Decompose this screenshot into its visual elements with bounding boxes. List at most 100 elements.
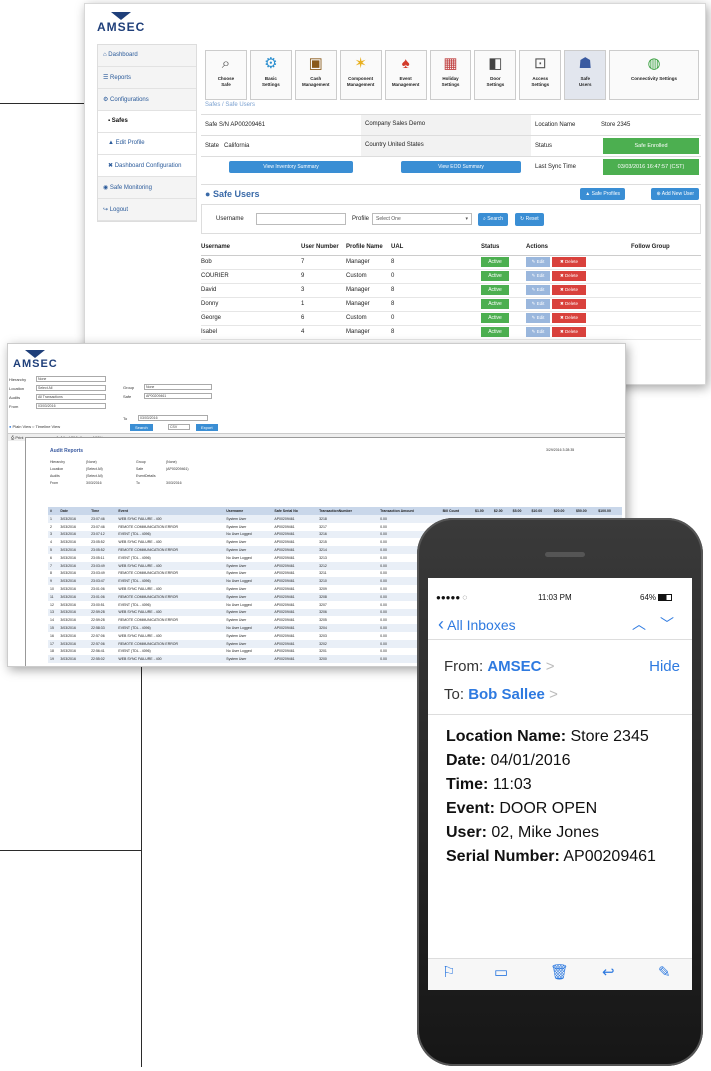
audit-cell: 9 — [48, 577, 59, 586]
timeline-view-radio[interactable]: ○ Timeline View — [32, 424, 60, 429]
edit-button[interactable]: ✎ Edit — [526, 327, 550, 337]
to-date-input[interactable]: 03/03/2016 — [138, 415, 208, 421]
delete-button[interactable]: ✖ Delete — [552, 299, 586, 309]
settings-toolbar: ⌕ Choose Safe ⚙ Basic Settings ▣ Cash Manag… — [205, 50, 699, 100]
recipient-name[interactable]: Bob Sallee — [468, 686, 545, 703]
edit-button[interactable]: ✎ Edit — [526, 257, 550, 267]
audit-col-header: Time — [89, 507, 117, 515]
edit-button[interactable]: ✎ Edit — [526, 313, 550, 323]
table-row[interactable]: Bob 7 Manager 8 Active ✎ Edit ✖ Delete — [201, 255, 701, 270]
audit-cell: 3/03/2016 — [58, 546, 90, 554]
basic-settings-button[interactable]: ⚙ Basic Settings — [249, 50, 292, 100]
audit-cell: System User — [224, 655, 273, 664]
hide-details-button[interactable]: Hide — [649, 658, 680, 675]
email-field-label: Location Name: — [446, 728, 567, 745]
edit-button[interactable]: ✎ Edit — [526, 299, 550, 309]
door-icon: ◧ — [488, 55, 503, 72]
choose-safe-button[interactable]: ⌕ Choose Safe — [205, 50, 247, 100]
search-button[interactable]: ⌕ Search — [478, 213, 509, 226]
table-row[interactable]: COURIER 9 Custom 0 Active ✎ Edit ✖ Delete — [201, 269, 701, 284]
plain-view-radio[interactable]: ● Plain View — [9, 424, 31, 429]
component-management-button[interactable]: ✶ Component Management — [339, 50, 382, 100]
connectivity-settings-button[interactable]: ◍ Connectivity Settings — [609, 50, 699, 100]
access-settings-button[interactable]: ⊡ Access Settings — [519, 50, 562, 100]
table-row[interactable]: David 3 Manager 8 Active ✎ Edit ✖ Delete — [201, 283, 701, 298]
view-inventory-summary-button[interactable]: View Inventory Summary — [229, 161, 353, 173]
audit-cell: AP00209461 — [272, 639, 318, 648]
chevron-up-icon[interactable]: ︿ — [632, 614, 646, 634]
filter-select[interactable]: Select All — [36, 385, 106, 391]
audit-cell: 3215 — [319, 540, 327, 545]
reset-button[interactable]: ↻ Reset — [515, 213, 544, 226]
sender-name[interactable]: AMSEC — [487, 658, 541, 675]
reply-icon[interactable]: ↩ — [602, 963, 615, 981]
audit-cell: REMOTE COMMUNICATION ERROR — [116, 592, 225, 601]
print-button[interactable]: ⎙ Print — [11, 435, 24, 440]
delete-button[interactable]: ✖ Delete — [552, 285, 586, 295]
compose-icon[interactable]: ✎ — [658, 963, 671, 981]
view-eod-summary-button[interactable]: View EOD Summary — [401, 161, 521, 173]
chevron-down-icon[interactable]: ﹀ — [660, 614, 674, 634]
follow-group-cell — [631, 311, 701, 326]
csv-select[interactable]: CSV — [168, 424, 190, 430]
safe-users-table: Username User Number Profile Name UAL St… — [201, 239, 701, 340]
filter-select[interactable]: None — [36, 376, 106, 382]
filter-select[interactable]: All Transactions — [36, 394, 106, 400]
sidebar-item-reports[interactable]: ☰ Reports — [98, 67, 196, 89]
col-profile-name[interactable]: Profile Name — [346, 239, 391, 256]
audit-cell: 3/03/2016 — [58, 655, 90, 664]
audit-col-header: Transaction Amount — [378, 507, 441, 515]
delete-button[interactable]: ✖ Delete — [552, 257, 586, 267]
lock-icon: ⊡ — [534, 55, 547, 72]
event-management-button[interactable]: ♠ Event Management — [384, 50, 427, 100]
delete-button[interactable]: ✖ Delete — [552, 327, 586, 337]
breadcrumb: Safes / Safe Users — [205, 102, 256, 108]
email-field-label: Date: — [446, 752, 487, 769]
status-time: 11:03 PM — [538, 593, 572, 602]
audit-search-button[interactable]: Search — [130, 424, 153, 431]
delete-button[interactable]: ✖ Delete — [552, 313, 586, 323]
cash-management-button[interactable]: ▣ Cash Management — [294, 50, 337, 100]
group-select[interactable]: None — [144, 384, 212, 390]
audit-cell: 23:03:47 — [89, 577, 117, 586]
audit-cell: 3/03/2016 — [58, 530, 90, 539]
safe-profiles-button[interactable]: ▲ Safe Profiles — [580, 188, 625, 200]
back-to-inboxes-button[interactable]: ‹ All Inboxes — [438, 614, 516, 635]
sidebar-item-safe-monitoring[interactable]: ◉ Safe Monitoring — [98, 177, 196, 199]
follow-group-cell — [631, 325, 701, 340]
report-meta-v2: (None) — [166, 460, 177, 464]
sidebar-item-edit-profile[interactable]: ▲ Edit Profile — [98, 133, 196, 155]
table-row[interactable]: Isabel 4 Manager 8 Active ✎ Edit ✖ Delete — [201, 325, 701, 340]
safe-select[interactable]: AP00209461 — [144, 393, 212, 399]
username-filter-input[interactable] — [256, 213, 346, 225]
filter-label: Audits — [9, 395, 21, 400]
sidebar-item-safes[interactable]: ▪ Safes — [98, 111, 196, 133]
state-value: California — [224, 143, 250, 149]
col-ual[interactable]: UAL — [391, 239, 481, 256]
holiday-settings-button[interactable]: ▦ Holiday Settings — [429, 50, 472, 100]
audit-cell: No User Logged — [226, 602, 252, 607]
flag-icon[interactable]: ⚐ — [442, 963, 455, 981]
sidebar-item-dashboard-configuration[interactable]: ✖ Dashboard Configuration — [98, 155, 196, 177]
door-settings-button[interactable]: ◧ Door Settings — [474, 50, 517, 100]
filter-select[interactable]: 03/03/2016 — [36, 403, 106, 409]
edit-button[interactable]: ✎ Edit — [526, 271, 550, 281]
table-row[interactable]: Donny 1 Manager 8 Active ✎ Edit ✖ Delete — [201, 297, 701, 312]
trash-icon[interactable]: 🗑 — [550, 963, 569, 981]
col-status[interactable]: Status — [481, 239, 526, 256]
sidebar-item-dashboard[interactable]: ⌂ Dashboard — [98, 45, 196, 67]
delete-button[interactable]: ✖ Delete — [552, 271, 586, 281]
safe-users-button[interactable]: ☗ Safe Users — [564, 50, 607, 100]
table-row[interactable]: George 6 Custom 0 Active ✎ Edit ✖ Delete — [201, 311, 701, 326]
folder-icon[interactable]: ▭ — [494, 963, 508, 981]
sidebar-item-configurations[interactable]: ⚙ Configurations — [98, 89, 196, 111]
username-cell: COURIER — [201, 269, 301, 284]
profile-select[interactable]: Select One ▾ — [372, 213, 472, 225]
col-user-number[interactable]: User Number — [301, 239, 346, 256]
sidebar-item-logout[interactable]: ↪ Logout — [98, 199, 196, 221]
edit-button[interactable]: ✎ Edit — [526, 285, 550, 295]
export-button[interactable]: Export — [196, 424, 218, 431]
col-username[interactable]: Username — [201, 239, 301, 256]
audit-cell: No User Logged — [224, 530, 273, 539]
add-new-user-button[interactable]: ⊕ Add New User — [651, 188, 699, 200]
